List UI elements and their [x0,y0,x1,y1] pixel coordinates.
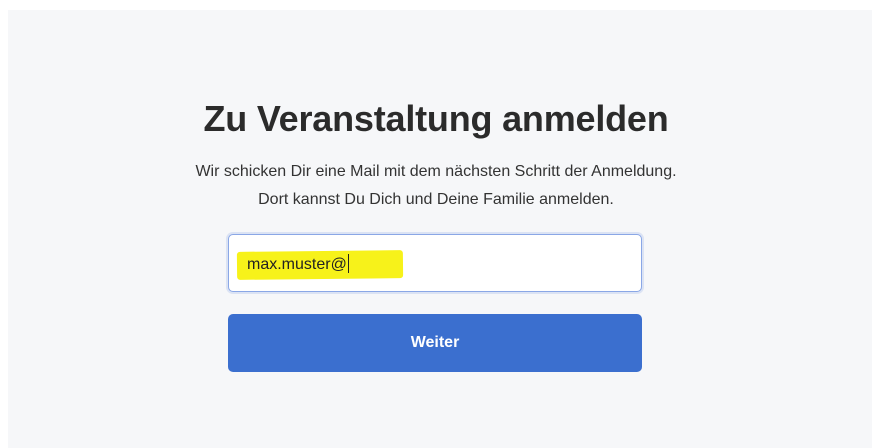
subtitle-line-2: Dort kannst Du Dich und Deine Familie an… [258,191,614,208]
email-text: max.muster@ [247,256,347,273]
email-input-value: max.muster@ [247,254,349,274]
email-input[interactable]: max.muster@ [228,234,642,292]
text-cursor [347,254,349,273]
continue-button[interactable]: Weiter [228,314,642,372]
form-panel [8,10,872,448]
page-title: Zu Veranstaltung anmelden [203,98,669,139]
page-subtitle: Wir schicken Dir eine Mail mit dem nächs… [0,158,872,214]
subtitle-line-1: Wir schicken Dir eine Mail mit dem nächs… [195,163,677,180]
